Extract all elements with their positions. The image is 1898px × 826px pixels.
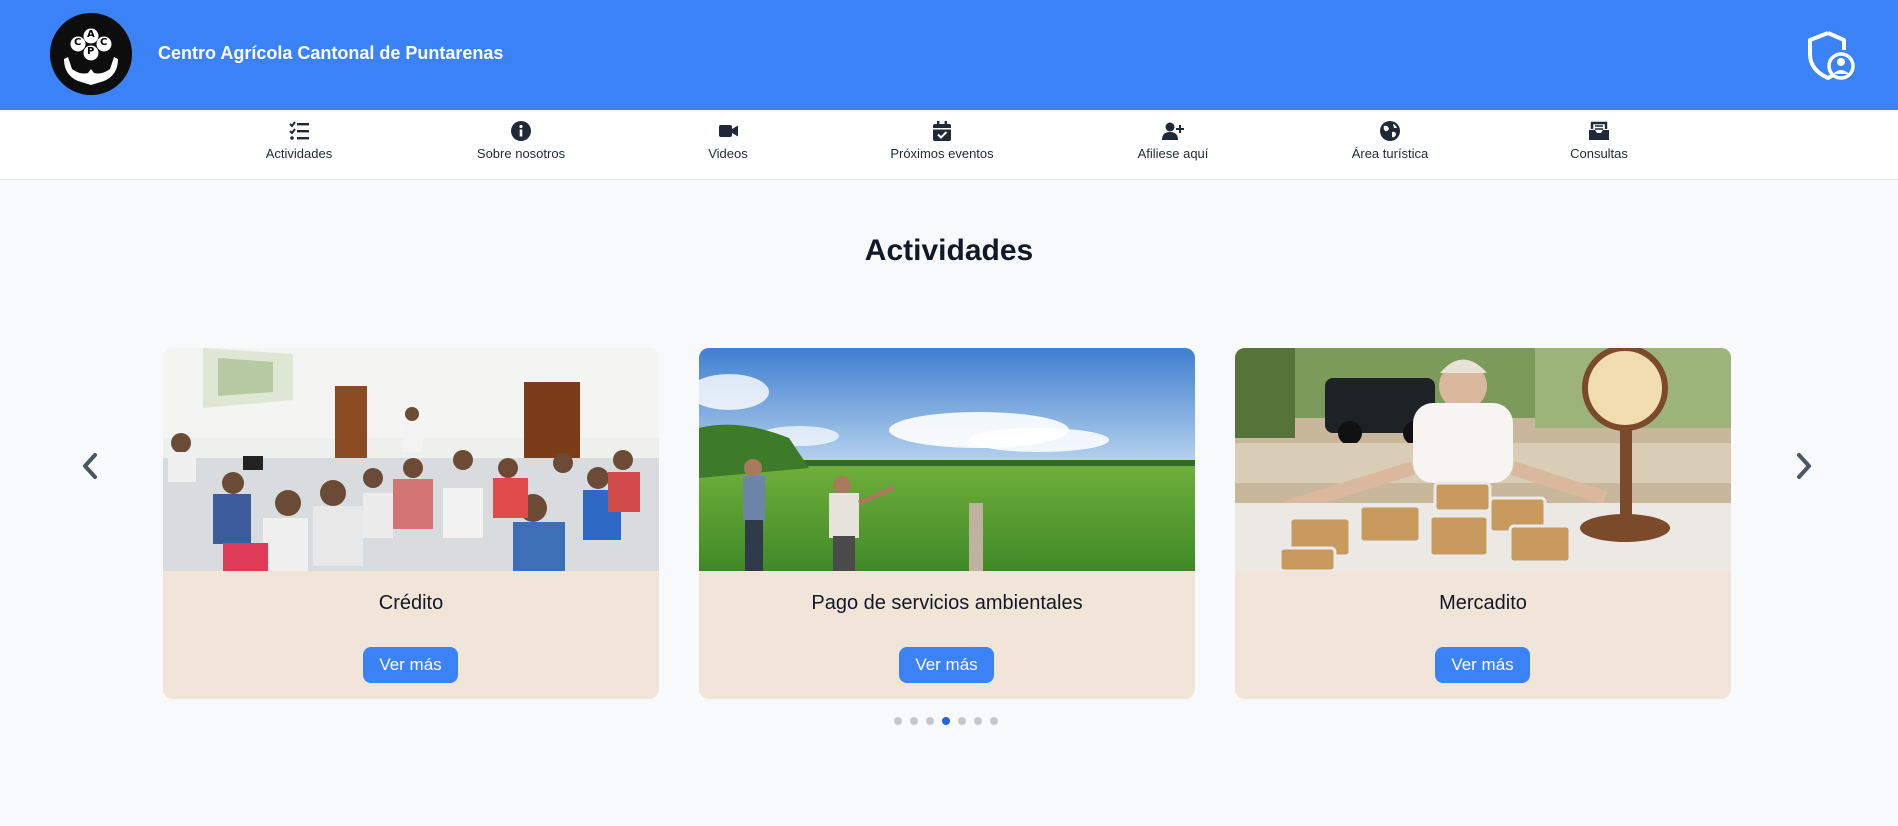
site-header: C A C P Centro Agrícola Cantonal de Punt…: [0, 0, 1898, 110]
shield-user-icon: [1808, 31, 1855, 80]
nav-item-sobre-nosotros[interactable]: Sobre nosotros: [441, 120, 601, 172]
nav-label: Actividades: [265, 146, 333, 161]
ver-mas-button[interactable]: Ver más: [1435, 647, 1530, 683]
logo-letter: P: [87, 46, 95, 57]
main-nav: Actividades Sobre nosotros Videos Próxim…: [0, 110, 1898, 180]
carousel-dot[interactable]: [910, 717, 918, 725]
card-title: Crédito: [378, 592, 444, 614]
inbox-envelope-icon: [1589, 121, 1609, 140]
chevron-right-icon: [1797, 453, 1811, 479]
nav-item-videos[interactable]: Videos: [648, 120, 808, 172]
user-plus-icon: [1162, 122, 1184, 140]
admin-login-button[interactable]: [1806, 30, 1856, 82]
nav-label: Área turística: [1351, 146, 1429, 161]
carousel-dot[interactable]: [926, 717, 934, 725]
nav-label: Consultas: [1570, 146, 1628, 161]
calendar-check-icon: [933, 121, 951, 141]
section-title: Actividades: [864, 234, 1034, 267]
chevron-left-icon: [83, 453, 97, 479]
carousel-prev-button[interactable]: [75, 446, 105, 486]
globe-icon: [1380, 121, 1400, 141]
activity-card-credito: Crédito Ver más: [163, 348, 659, 699]
ver-mas-button[interactable]: Ver más: [363, 647, 458, 683]
activity-card-mercadito: Mercadito Ver más: [1235, 348, 1731, 699]
carousel-dot[interactable]: [958, 717, 966, 725]
classroom-photo: [163, 348, 659, 571]
logo-letter: C: [74, 37, 82, 48]
market-photo: [1235, 348, 1731, 571]
nav-item-afiliese[interactable]: Afiliese aquí: [1093, 120, 1253, 172]
nav-label: Afiliese aquí: [1137, 146, 1209, 161]
carousel-next-button[interactable]: [1789, 446, 1819, 486]
carousel-dot-active[interactable]: [942, 717, 950, 725]
carousel-dot[interactable]: [894, 717, 902, 725]
nav-item-area-turistica[interactable]: Área turística: [1310, 120, 1470, 172]
logo-letter: A: [87, 29, 95, 40]
site-title: Centro Agrícola Cantonal de Puntarenas: [158, 43, 504, 63]
nav-item-actividades[interactable]: Actividades: [219, 120, 379, 172]
list-check-icon: [289, 121, 309, 140]
logo[interactable]: C A C P: [50, 13, 132, 95]
nav-item-proximos-eventos[interactable]: Próximos eventos: [862, 120, 1022, 172]
carousel-dot[interactable]: [990, 717, 998, 725]
card-title: Pago de servicios ambientales: [811, 592, 1083, 614]
nav-item-consultas[interactable]: Consultas: [1519, 120, 1679, 172]
logo-letter: C: [100, 37, 108, 48]
nav-label: Videos: [708, 146, 748, 161]
activity-card-pago-servicios: Pago de servicios ambientales Ver más: [699, 348, 1195, 699]
nav-label: Próximos eventos: [890, 146, 994, 161]
info-circle-icon: [511, 121, 531, 141]
video-camera-icon: [719, 125, 738, 137]
carousel-dot[interactable]: [974, 717, 982, 725]
nav-label: Sobre nosotros: [476, 146, 566, 161]
card-title: Mercadito: [1439, 592, 1527, 614]
green-field-photo: [699, 348, 1195, 571]
ver-mas-button[interactable]: Ver más: [899, 647, 994, 683]
